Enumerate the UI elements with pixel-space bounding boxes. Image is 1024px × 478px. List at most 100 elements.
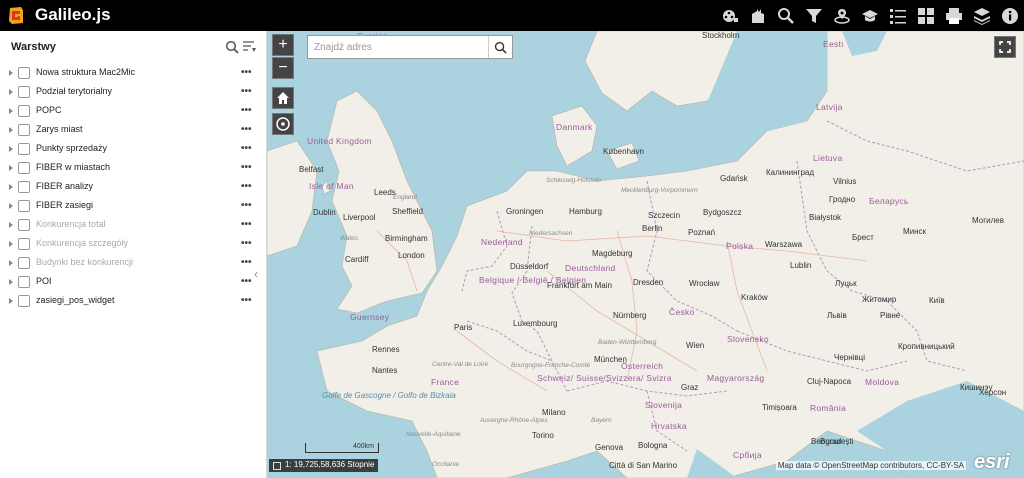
- layer-row[interactable]: Punkty sprzedaży •••: [0, 141, 265, 160]
- layer-visibility-checkbox[interactable]: [18, 257, 30, 269]
- map-label: London: [398, 251, 425, 260]
- layer-row[interactable]: FIBER zasiegi •••: [0, 198, 265, 217]
- layer-menu-button[interactable]: •••: [241, 276, 252, 287]
- search-icon[interactable]: [225, 40, 239, 54]
- locate-button[interactable]: [272, 113, 294, 135]
- bookmark-map-icon[interactable]: [744, 0, 772, 31]
- map-label: Golfe de Gascogne / Golfo de Bizkaia: [322, 391, 456, 400]
- film-reel-icon[interactable]: [716, 0, 744, 31]
- map-label: Bydgoszcz: [703, 208, 742, 217]
- layer-menu-button[interactable]: •••: [241, 162, 252, 173]
- expand-caret-icon[interactable]: [9, 127, 13, 133]
- layer-visibility-checkbox[interactable]: [18, 295, 30, 307]
- galileo-logo: [9, 7, 23, 24]
- layer-row[interactable]: Podział terytorialny •••: [0, 84, 265, 103]
- layer-menu-button[interactable]: •••: [241, 219, 252, 230]
- layer-menu-button[interactable]: •••: [241, 257, 252, 268]
- map-label: Schweiz/ Suisse/Svizzera/ Svizra: [537, 373, 672, 383]
- expand-caret-icon[interactable]: [9, 70, 13, 76]
- map-label: Київ: [929, 296, 945, 305]
- app-header: Galileo.js: [0, 0, 1024, 31]
- layer-label: Punkty sprzedaży: [36, 143, 108, 153]
- map-label: Luxembourg: [513, 319, 558, 328]
- layers-stack-icon[interactable]: [828, 0, 856, 31]
- expand-caret-icon[interactable]: [9, 203, 13, 209]
- layer-visibility-checkbox[interactable]: [18, 276, 30, 288]
- layer-row[interactable]: Budynki bez konkurencji •••: [0, 255, 265, 274]
- layer-visibility-checkbox[interactable]: [18, 67, 30, 79]
- layer-visibility-checkbox[interactable]: [18, 143, 30, 155]
- map-label: Baden-Württemberg: [598, 339, 657, 346]
- graduation-cap-icon[interactable]: [856, 0, 884, 31]
- expand-caret-icon[interactable]: [9, 298, 13, 304]
- layer-visibility-checkbox[interactable]: [18, 86, 30, 98]
- list-icon[interactable]: [884, 0, 912, 31]
- zoom-in-button[interactable]: +: [272, 34, 294, 56]
- layer-menu-button[interactable]: •••: [241, 86, 252, 97]
- layer-label: POPC: [36, 105, 62, 115]
- layer-visibility-checkbox[interactable]: [18, 200, 30, 212]
- layer-visibility-checkbox[interactable]: [18, 105, 30, 117]
- layer-visibility-checkbox[interactable]: [18, 219, 30, 231]
- layer-menu-button[interactable]: •••: [241, 124, 252, 135]
- fullscreen-button[interactable]: [994, 36, 1016, 58]
- layer-visibility-checkbox[interactable]: [18, 238, 30, 250]
- toolbar: [716, 0, 1024, 31]
- layer-row[interactable]: FIBER analizy •••: [0, 179, 265, 198]
- layer-label: Konkurencja total: [36, 219, 106, 229]
- layer-label: Nowa struktura Mac2Mic: [36, 67, 136, 77]
- layer-menu-button[interactable]: •••: [241, 295, 252, 306]
- layer-visibility-checkbox[interactable]: [18, 181, 30, 193]
- expand-caret-icon[interactable]: [9, 89, 13, 95]
- map-label: Liverpool: [343, 213, 376, 222]
- zoom-out-button[interactable]: −: [272, 57, 294, 79]
- layer-row[interactable]: Konkurencja szczegóły •••: [0, 236, 265, 255]
- grid-icon[interactable]: [912, 0, 940, 31]
- coordinates-icon[interactable]: [273, 462, 281, 470]
- layer-visibility-checkbox[interactable]: [18, 124, 30, 136]
- layer-row[interactable]: FIBER w miastach •••: [0, 160, 265, 179]
- map-label: Danmark: [556, 122, 593, 132]
- search-icon[interactable]: [772, 0, 800, 31]
- layer-menu-button[interactable]: •••: [241, 181, 252, 192]
- layer-visibility-checkbox[interactable]: [18, 162, 30, 174]
- filter-icon[interactable]: [800, 0, 828, 31]
- home-button[interactable]: [272, 87, 294, 109]
- expand-caret-icon[interactable]: [9, 222, 13, 228]
- scale-readout: 1: 19,725,58,636 Stopnie: [269, 459, 379, 472]
- expand-caret-icon[interactable]: [9, 260, 13, 266]
- map-label: Centre-Val de Loire: [432, 361, 489, 368]
- sort-filter-icon[interactable]: [242, 40, 258, 54]
- expand-caret-icon[interactable]: [9, 108, 13, 114]
- collapse-panel-chevron-icon[interactable]: ‹: [254, 267, 264, 291]
- basemap-icon[interactable]: [968, 0, 996, 31]
- expand-caret-icon[interactable]: [9, 146, 13, 152]
- expand-caret-icon[interactable]: [9, 241, 13, 247]
- home-icon: [277, 92, 289, 104]
- layer-row[interactable]: POI •••: [0, 274, 265, 293]
- layer-list: Nowa struktura Mac2Mic ••• Podział terytor…: [0, 65, 265, 312]
- map-label: Genova: [595, 443, 624, 452]
- layer-menu-button[interactable]: •••: [241, 238, 252, 249]
- layer-row[interactable]: Zarys miast •••: [0, 122, 265, 141]
- map-label: United Kingdom: [307, 136, 372, 146]
- search-button[interactable]: [488, 36, 512, 58]
- layer-row[interactable]: Konkurencja total •••: [0, 217, 265, 236]
- layer-label: FIBER analizy: [36, 181, 94, 191]
- info-icon[interactable]: [996, 0, 1024, 31]
- layer-row[interactable]: zasiegi_pos_widget •••: [0, 293, 265, 312]
- map-label: Torino: [532, 431, 554, 440]
- layer-menu-button[interactable]: •••: [241, 200, 252, 211]
- expand-caret-icon[interactable]: [9, 184, 13, 190]
- layer-row[interactable]: POPC •••: [0, 103, 265, 122]
- address-search-input[interactable]: [308, 36, 489, 58]
- map-view[interactable]: Stockholm Eesti Latvija Lietuva Danmark Køben…: [267, 31, 1024, 478]
- expand-caret-icon[interactable]: [9, 279, 13, 285]
- print-icon[interactable]: [940, 0, 968, 31]
- layer-menu-button[interactable]: •••: [241, 143, 252, 154]
- layer-menu-button[interactable]: •••: [241, 67, 252, 78]
- layer-menu-button[interactable]: •••: [241, 105, 252, 116]
- map-label: Dublin: [313, 208, 336, 217]
- expand-caret-icon[interactable]: [9, 165, 13, 171]
- layer-row[interactable]: Nowa struktura Mac2Mic •••: [0, 65, 265, 84]
